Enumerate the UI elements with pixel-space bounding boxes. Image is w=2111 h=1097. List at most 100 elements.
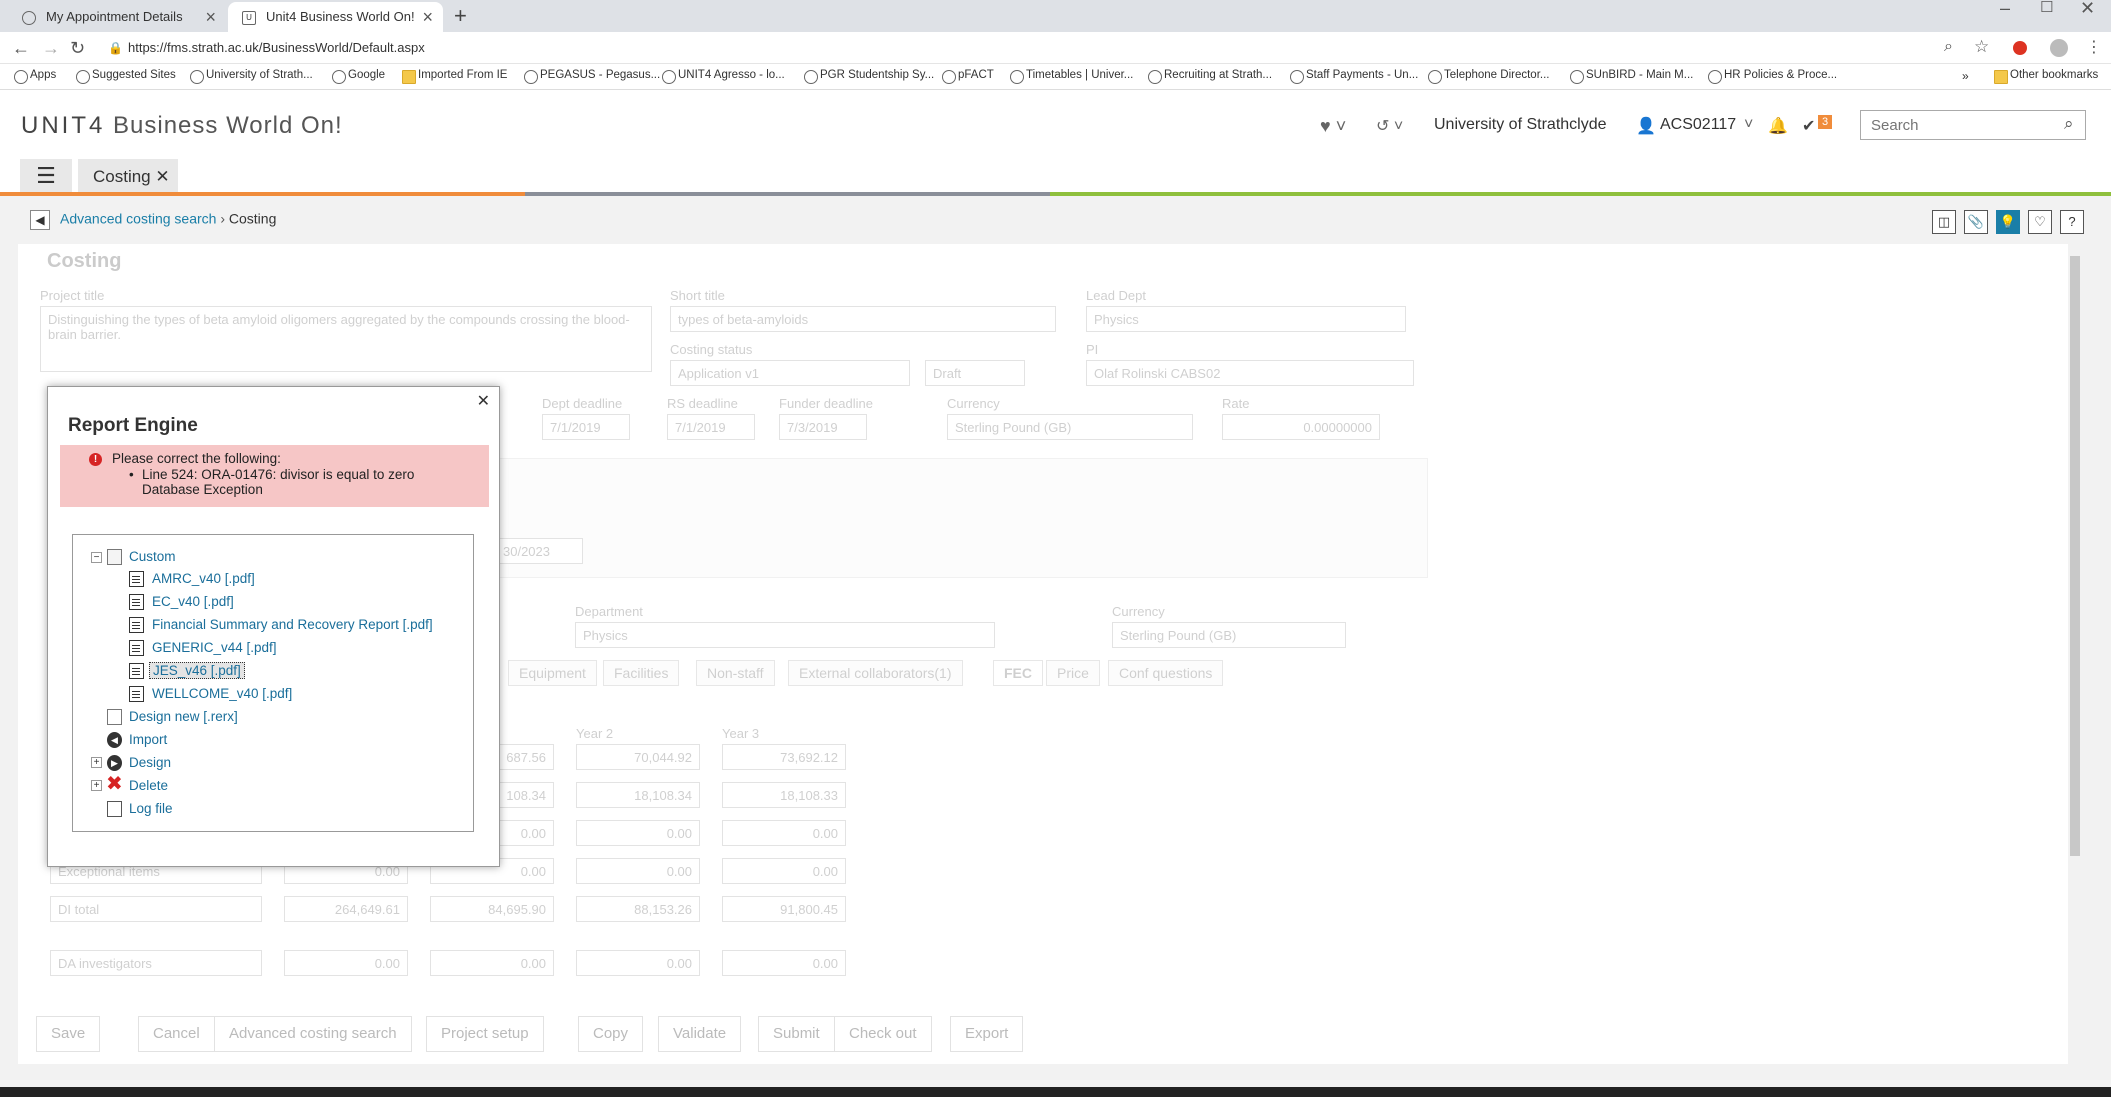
cell-y3[interactable]: 18,108.33 xyxy=(722,782,846,808)
history-icon[interactable]: ↺ ˅ xyxy=(1376,116,1403,136)
reload-icon[interactable]: ↻ xyxy=(70,38,85,59)
bookmark-item[interactable]: Imported From IE xyxy=(400,69,507,84)
cell-y2[interactable]: 0.00 xyxy=(576,820,700,846)
bookmark-item[interactable]: Apps xyxy=(12,69,56,84)
expand-toggle[interactable]: + xyxy=(91,780,102,791)
cell-y1[interactable]: 0.00 xyxy=(430,950,554,976)
bookmark-item[interactable]: HR Policies & Proce... xyxy=(1706,69,1837,84)
expand-toggle[interactable]: + xyxy=(91,757,102,768)
back-arrow-icon[interactable]: ◀ xyxy=(30,210,50,230)
cell-y3[interactable]: 91,800.45 xyxy=(722,896,846,922)
cell-y2[interactable]: 0.00 xyxy=(576,950,700,976)
tree-node-report[interactable]: AMRC_v40 [.pdf] xyxy=(152,571,255,586)
tree-node-custom[interactable]: Custom xyxy=(129,549,176,564)
pi-field[interactable]: Olaf Rolinski CABS02 xyxy=(1086,360,1414,386)
profile-avatar[interactable] xyxy=(2050,39,2068,57)
tab-fec[interactable]: FEC xyxy=(993,660,1043,686)
copy-button[interactable]: Copy xyxy=(578,1016,644,1052)
status-field[interactable]: Draft xyxy=(925,360,1025,386)
user-menu[interactable]: ACS02117 xyxy=(1660,116,1736,134)
tree-node-report-selected[interactable]: JES_v46 [.pdf] xyxy=(149,662,245,679)
search-icon[interactable]: ⌕ xyxy=(2064,114,2074,134)
attachment-icon[interactable]: 📎 xyxy=(1964,210,1988,234)
star-icon[interactable]: ☆ xyxy=(1974,37,1989,57)
browser-tab-appointments[interactable]: My Appointment Details × xyxy=(8,2,226,32)
project-title-field[interactable]: Distinguishing the types of beta amyloid… xyxy=(40,306,652,372)
bell-icon[interactable]: 🔔 xyxy=(1768,116,1788,136)
zoom-icon[interactable]: ⌕ xyxy=(1944,38,1953,56)
bookmark-item[interactable]: PGR Studentship Sy... xyxy=(802,69,934,84)
scrollbar-thumb[interactable] xyxy=(2070,256,2080,856)
favourites-icon[interactable]: ♥ ˅ xyxy=(1320,116,1346,137)
rs-deadline-field[interactable]: 7/1/2019 xyxy=(667,414,755,440)
new-tab-icon[interactable]: + xyxy=(454,3,467,29)
chevron-down-icon[interactable]: ˅ xyxy=(1744,116,1753,134)
bookmark-item[interactable]: University of Strath... xyxy=(188,69,313,84)
cell-y2[interactable]: 0.00 xyxy=(576,858,700,884)
tab-facilities[interactable]: Facilities xyxy=(603,660,680,686)
save-button[interactable]: Save xyxy=(36,1016,101,1052)
cell-y2[interactable]: 88,153.26 xyxy=(576,896,700,922)
lead-dept-field[interactable]: Physics xyxy=(1086,306,1406,332)
tree-node-report[interactable]: WELLCOME_v40 [.pdf] xyxy=(152,686,292,701)
tree-node-design[interactable]: Design xyxy=(129,755,171,770)
maximize-icon[interactable]: ☐ xyxy=(2040,0,2053,16)
breadcrumb-link-advanced-search[interactable]: Advanced costing search xyxy=(60,211,216,227)
department-select[interactable]: Physics xyxy=(575,622,995,648)
back-icon[interactable]: ← xyxy=(12,38,30,59)
menu-list-icon[interactable]: ☰ xyxy=(20,159,72,195)
bookmark-item[interactable]: PEGASUS - Pegasus... xyxy=(522,69,660,84)
tree-node-log-file[interactable]: Log file xyxy=(129,801,173,816)
currency2-select[interactable]: Sterling Pound (GB) xyxy=(1112,622,1346,648)
cell-y3[interactable]: 0.00 xyxy=(722,858,846,884)
costing-status-select[interactable]: Application v1 xyxy=(670,360,910,386)
tree-node-delete[interactable]: Delete xyxy=(129,778,168,793)
submit-button[interactable]: Submit xyxy=(758,1016,835,1052)
bookmark-item[interactable]: UNIT4 Agresso - lo... xyxy=(660,69,785,84)
short-title-field[interactable]: types of beta-amyloids xyxy=(670,306,1056,332)
tab-equipment[interactable]: Equipment xyxy=(508,660,597,686)
split-view-icon[interactable]: ◫ xyxy=(1932,210,1956,234)
cell-total[interactable]: 0.00 xyxy=(284,950,408,976)
tree-node-report[interactable]: EC_v40 [.pdf] xyxy=(152,594,234,609)
collapse-toggle[interactable]: − xyxy=(91,552,102,563)
date-field[interactable]: 30/2023 xyxy=(495,538,583,564)
favourite-heart-icon[interactable]: ♡ xyxy=(2028,210,2052,234)
validate-button[interactable]: Validate xyxy=(658,1016,742,1052)
extension-icon[interactable] xyxy=(2013,41,2027,55)
dept-deadline-field[interactable]: 7/1/2019 xyxy=(542,414,630,440)
bookmark-item[interactable]: Staff Payments - Un... xyxy=(1288,69,1418,84)
tree-node-import[interactable]: Import xyxy=(129,732,167,747)
tab-price[interactable]: Price xyxy=(1046,660,1100,686)
tree-node-report[interactable]: Financial Summary and Recovery Report [.… xyxy=(152,617,433,632)
url-field[interactable]: https://fms.strath.ac.uk/BusinessWorld/D… xyxy=(128,40,425,55)
cell-y3[interactable]: 0.00 xyxy=(722,950,846,976)
organisation-name[interactable]: University of Strathclyde xyxy=(1434,116,1607,134)
tab-non-staff[interactable]: Non-staff xyxy=(696,660,775,686)
minimize-icon[interactable]: – xyxy=(2000,0,2010,17)
rate-field[interactable]: 0.00000000 xyxy=(1222,414,1380,440)
tree-node-design-new[interactable]: Design new [.rerx] xyxy=(129,709,238,724)
cell-y2[interactable]: 18,108.34 xyxy=(576,782,700,808)
close-tab-icon[interactable]: × xyxy=(205,2,216,32)
cell-y3[interactable]: 0.00 xyxy=(722,820,846,846)
cell-y3[interactable]: 73,692.12 xyxy=(722,744,846,770)
tab-conf-questions[interactable]: Conf questions xyxy=(1108,660,1224,686)
currency-field[interactable]: Sterling Pound (GB) xyxy=(947,414,1193,440)
funder-deadline-field[interactable]: 7/3/2019 xyxy=(779,414,867,440)
bookmark-item[interactable]: SUnBIRD - Main M... xyxy=(1568,69,1693,84)
lightbulb-icon[interactable]: 💡 xyxy=(1996,210,2020,234)
other-bookmarks[interactable]: Other bookmarks xyxy=(1992,69,2098,84)
search-input[interactable] xyxy=(1860,110,2086,140)
cell-y2[interactable]: 70,044.92 xyxy=(576,744,700,770)
check-out-button[interactable]: Check out xyxy=(834,1016,932,1052)
vertical-scrollbar[interactable] xyxy=(2068,244,2082,1064)
browser-menu-icon[interactable]: ⋮ xyxy=(2086,37,2102,57)
project-setup-button[interactable]: Project setup xyxy=(426,1016,544,1052)
cell-total[interactable]: 264,649.61 xyxy=(284,896,408,922)
bookmark-item[interactable]: Recruiting at Strath... xyxy=(1146,69,1272,84)
cancel-button[interactable]: Cancel xyxy=(138,1016,215,1052)
export-button[interactable]: Export xyxy=(950,1016,1024,1052)
help-icon[interactable]: ? xyxy=(2060,210,2084,234)
cell-y1[interactable]: 84,695.90 xyxy=(430,896,554,922)
